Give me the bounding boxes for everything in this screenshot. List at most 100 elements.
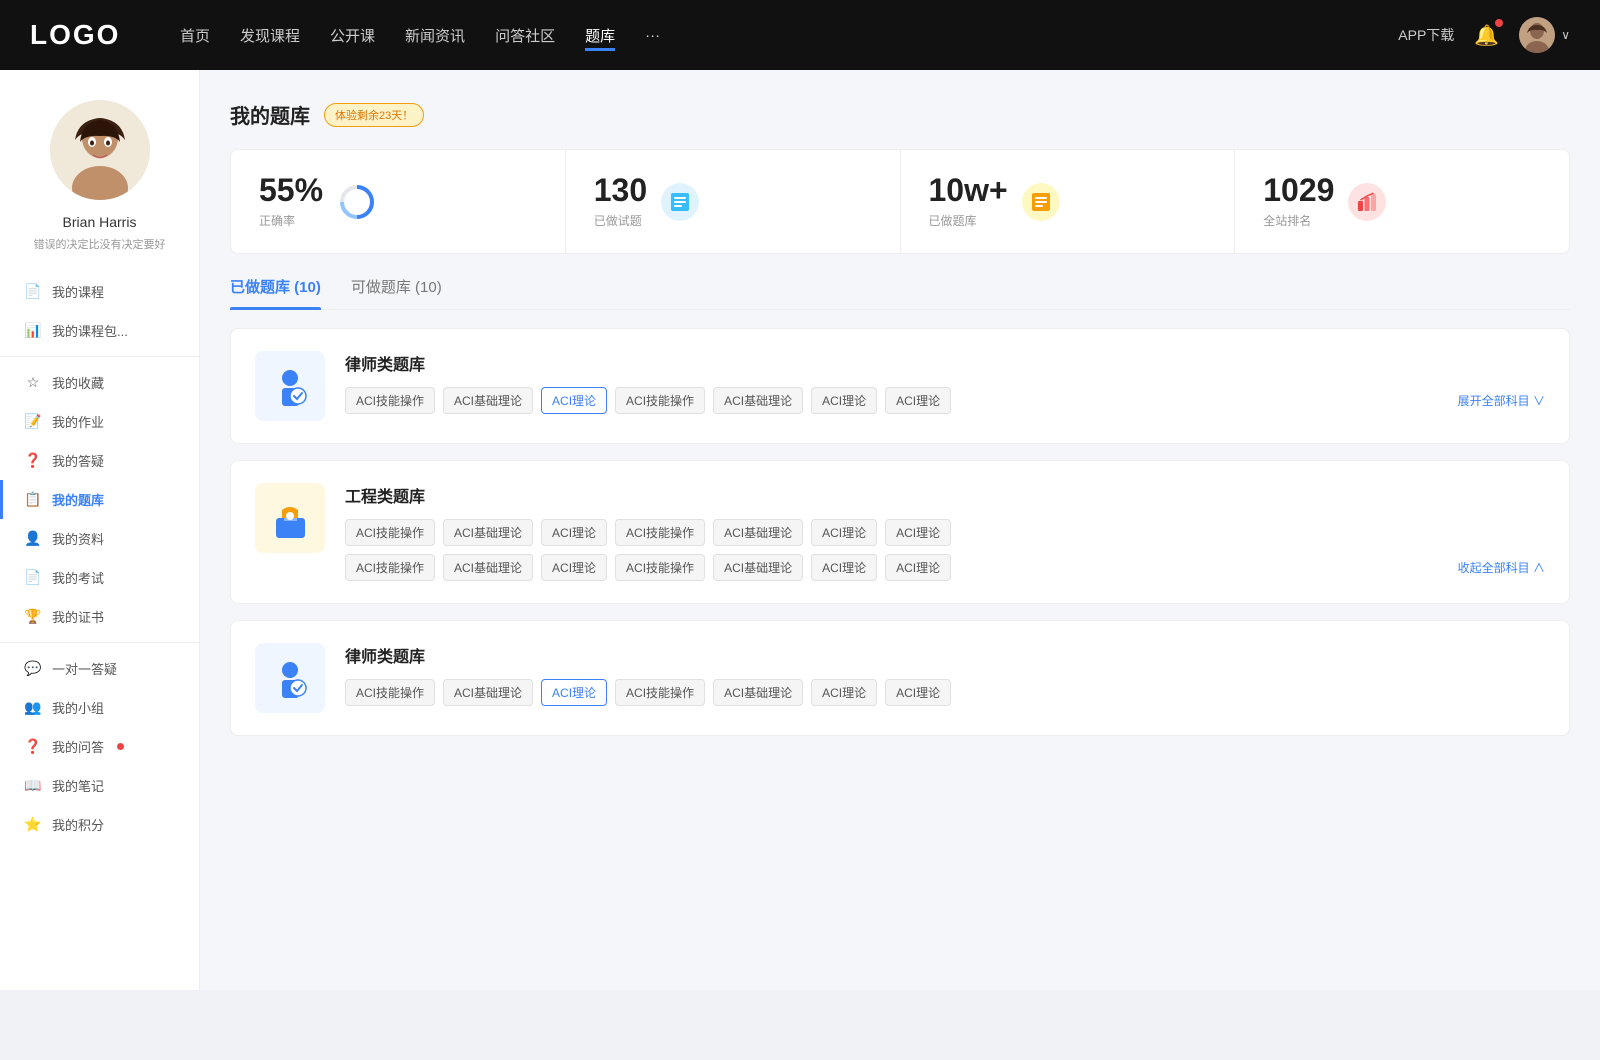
divider-1: [0, 356, 199, 357]
nav-qa[interactable]: 问答社区: [495, 20, 555, 51]
tag-2-3[interactable]: ACI技能操作: [615, 679, 705, 706]
tag-2-4[interactable]: ACI基础理论: [713, 679, 803, 706]
stat-banks-info: 10w+ 已做题库: [929, 174, 1008, 229]
tag-1-3[interactable]: ACI技能操作: [615, 519, 705, 546]
nav-more[interactable]: ···: [645, 22, 660, 49]
tag-1-ex-0[interactable]: ACI技能操作: [345, 554, 435, 581]
nav-menu: 首页 发现课程 公开课 新闻资讯 问答社区 题库 ···: [180, 20, 1398, 51]
sidebar-item-homework[interactable]: 📝 我的作业: [0, 402, 199, 441]
ranking-icon: [1348, 183, 1386, 221]
nav-home[interactable]: 首页: [180, 20, 210, 51]
bank-body-1: 工程类题库 ACI技能操作 ACI基础理论 ACI理论 ACI技能操作 ACI基…: [345, 483, 1545, 581]
tab-available[interactable]: 可做题库 (10): [351, 276, 442, 309]
sidebar-menu: 📄 我的课程 📊 我的课程包... ☆ 我的收藏 📝 我的作业 ❓ 我的答疑 �: [0, 272, 199, 844]
tag-1-ex-1[interactable]: ACI基础理论: [443, 554, 533, 581]
bank-icon-lawyer-2: [255, 643, 325, 713]
tag-1-ex-4[interactable]: ACI基础理论: [713, 554, 803, 581]
collapse-link-1[interactable]: 收起全部科目 ∧: [1458, 559, 1545, 576]
expand-link-0[interactable]: 展开全部科目 ∨: [1458, 388, 1545, 413]
cert-icon: 🏆: [24, 608, 42, 625]
tag-1-ex-3[interactable]: ACI技能操作: [615, 554, 705, 581]
stat-ranking-info: 1029 全站排名: [1263, 174, 1334, 229]
tag-2-1[interactable]: ACI基础理论: [443, 679, 533, 706]
stat-ranking: 1029 全站排名: [1235, 150, 1569, 253]
page-header: 我的题库 体验剩余23天！: [230, 100, 1570, 129]
homework-icon: 📝: [24, 413, 42, 430]
tag-0-1[interactable]: ACI基础理论: [443, 387, 533, 414]
nav-discover[interactable]: 发现课程: [240, 20, 300, 51]
bank-header-2: 律师类题库 ACI技能操作 ACI基础理论 ACI理论 ACI技能操作 ACI基…: [255, 643, 1545, 713]
stat-ranking-number: 1029: [1263, 174, 1334, 206]
sidebar-item-myqa[interactable]: ❓ 我的问答: [0, 727, 199, 766]
tag-0-0[interactable]: ACI技能操作: [345, 387, 435, 414]
tags-row-1-extra: ACI技能操作 ACI基础理论 ACI理论 ACI技能操作 ACI基础理论 AC…: [345, 554, 1545, 581]
tag-1-6[interactable]: ACI理论: [885, 519, 951, 546]
tag-0-6[interactable]: ACI理论: [885, 387, 951, 414]
sidebar-item-favorites[interactable]: ☆ 我的收藏: [0, 363, 199, 402]
stat-accuracy: 55% 正确率: [231, 150, 566, 253]
sidebar-item-cert[interactable]: 🏆 我的证书: [0, 597, 199, 636]
exam-icon: 📄: [24, 569, 42, 586]
stat-done-label: 已做试题: [594, 212, 647, 229]
tag-1-ex-6[interactable]: ACI理论: [885, 554, 951, 581]
tag-2-0[interactable]: ACI技能操作: [345, 679, 435, 706]
sidebar-item-bank[interactable]: 📋 我的题库: [0, 480, 199, 519]
done-banks-icon: [1022, 183, 1060, 221]
accuracy-chart: [337, 182, 377, 222]
sidebar: Brian Harris 错误的决定比没有决定要好 📄 我的课程 📊 我的课程包…: [0, 70, 200, 990]
sidebar-item-coursepack[interactable]: 📊 我的课程包...: [0, 311, 199, 350]
bank-icon-lawyer-0: [255, 351, 325, 421]
sidebar-item-exam[interactable]: 📄 我的考试: [0, 558, 199, 597]
tag-0-3[interactable]: ACI技能操作: [615, 387, 705, 414]
sidebar-item-notes[interactable]: 📖 我的笔记: [0, 766, 199, 805]
sidebar-item-points[interactable]: ⭐ 我的积分: [0, 805, 199, 844]
logo: LOGO: [30, 19, 130, 51]
questions-icon: ❓: [24, 452, 42, 469]
sidebar-item-questions[interactable]: ❓ 我的答疑: [0, 441, 199, 480]
bank-header-0: 律师类题库 ACI技能操作 ACI基础理论 ACI理论 ACI技能操作 ACI基…: [255, 351, 1545, 421]
tab-done[interactable]: 已做题库 (10): [230, 276, 321, 309]
nav-openclass[interactable]: 公开课: [330, 20, 375, 51]
user-avatar-menu[interactable]: ∨: [1519, 17, 1570, 53]
bank-title-0: 律师类题库: [345, 351, 1545, 375]
tag-1-5[interactable]: ACI理论: [811, 519, 877, 546]
notification-bell[interactable]: 🔔: [1474, 23, 1499, 48]
tag-1-0[interactable]: ACI技能操作: [345, 519, 435, 546]
stat-ranking-label: 全站排名: [1263, 212, 1334, 229]
tag-1-2[interactable]: ACI理论: [541, 519, 607, 546]
tag-2-5[interactable]: ACI理论: [811, 679, 877, 706]
app-download-button[interactable]: APP下载: [1398, 25, 1454, 45]
tag-2-2[interactable]: ACI理论: [541, 679, 607, 706]
myqa-icon: ❓: [24, 738, 42, 755]
main-content: 我的题库 体验剩余23天！ 55% 正确率: [200, 70, 1600, 990]
stat-banks-label: 已做题库: [929, 212, 1008, 229]
profile-icon: 👤: [24, 530, 42, 547]
tag-1-4[interactable]: ACI基础理论: [713, 519, 803, 546]
tags-row-2: ACI技能操作 ACI基础理论 ACI理论 ACI技能操作 ACI基础理论 AC…: [345, 679, 1545, 706]
page-wrap: Brian Harris 错误的决定比没有决定要好 📄 我的课程 📊 我的课程包…: [0, 70, 1600, 990]
tag-1-ex-5[interactable]: ACI理论: [811, 554, 877, 581]
sidebar-item-tutoring[interactable]: 💬 一对一答疑: [0, 649, 199, 688]
sidebar-item-profile[interactable]: 👤 我的资料: [0, 519, 199, 558]
stat-accuracy-number: 55%: [259, 174, 323, 206]
stat-done-info: 130 已做试题: [594, 174, 647, 229]
page-title: 我的题库: [230, 100, 310, 129]
coursepack-icon: 📊: [24, 322, 42, 339]
tag-1-1[interactable]: ACI基础理论: [443, 519, 533, 546]
stat-accuracy-info: 55% 正确率: [259, 174, 323, 229]
tag-0-4[interactable]: ACI基础理论: [713, 387, 803, 414]
nav-news[interactable]: 新闻资讯: [405, 20, 465, 51]
points-icon: ⭐: [24, 816, 42, 833]
tag-1-ex-2[interactable]: ACI理论: [541, 554, 607, 581]
bank-icon: 📋: [24, 491, 42, 508]
nav-questions[interactable]: 题库: [585, 20, 615, 51]
tag-0-5[interactable]: ACI理论: [811, 387, 877, 414]
tag-0-2[interactable]: ACI理论: [541, 387, 607, 414]
stats-row: 55% 正确率 130 已做试题: [230, 149, 1570, 254]
sidebar-item-course[interactable]: 📄 我的课程: [0, 272, 199, 311]
sidebar-item-group[interactable]: 👥 我的小组: [0, 688, 199, 727]
bank-card-1: 工程类题库 ACI技能操作 ACI基础理论 ACI理论 ACI技能操作 ACI基…: [230, 460, 1570, 604]
qa-badge-dot: [117, 743, 124, 750]
profile-name: Brian Harris: [63, 214, 137, 230]
tag-2-6[interactable]: ACI理论: [885, 679, 951, 706]
